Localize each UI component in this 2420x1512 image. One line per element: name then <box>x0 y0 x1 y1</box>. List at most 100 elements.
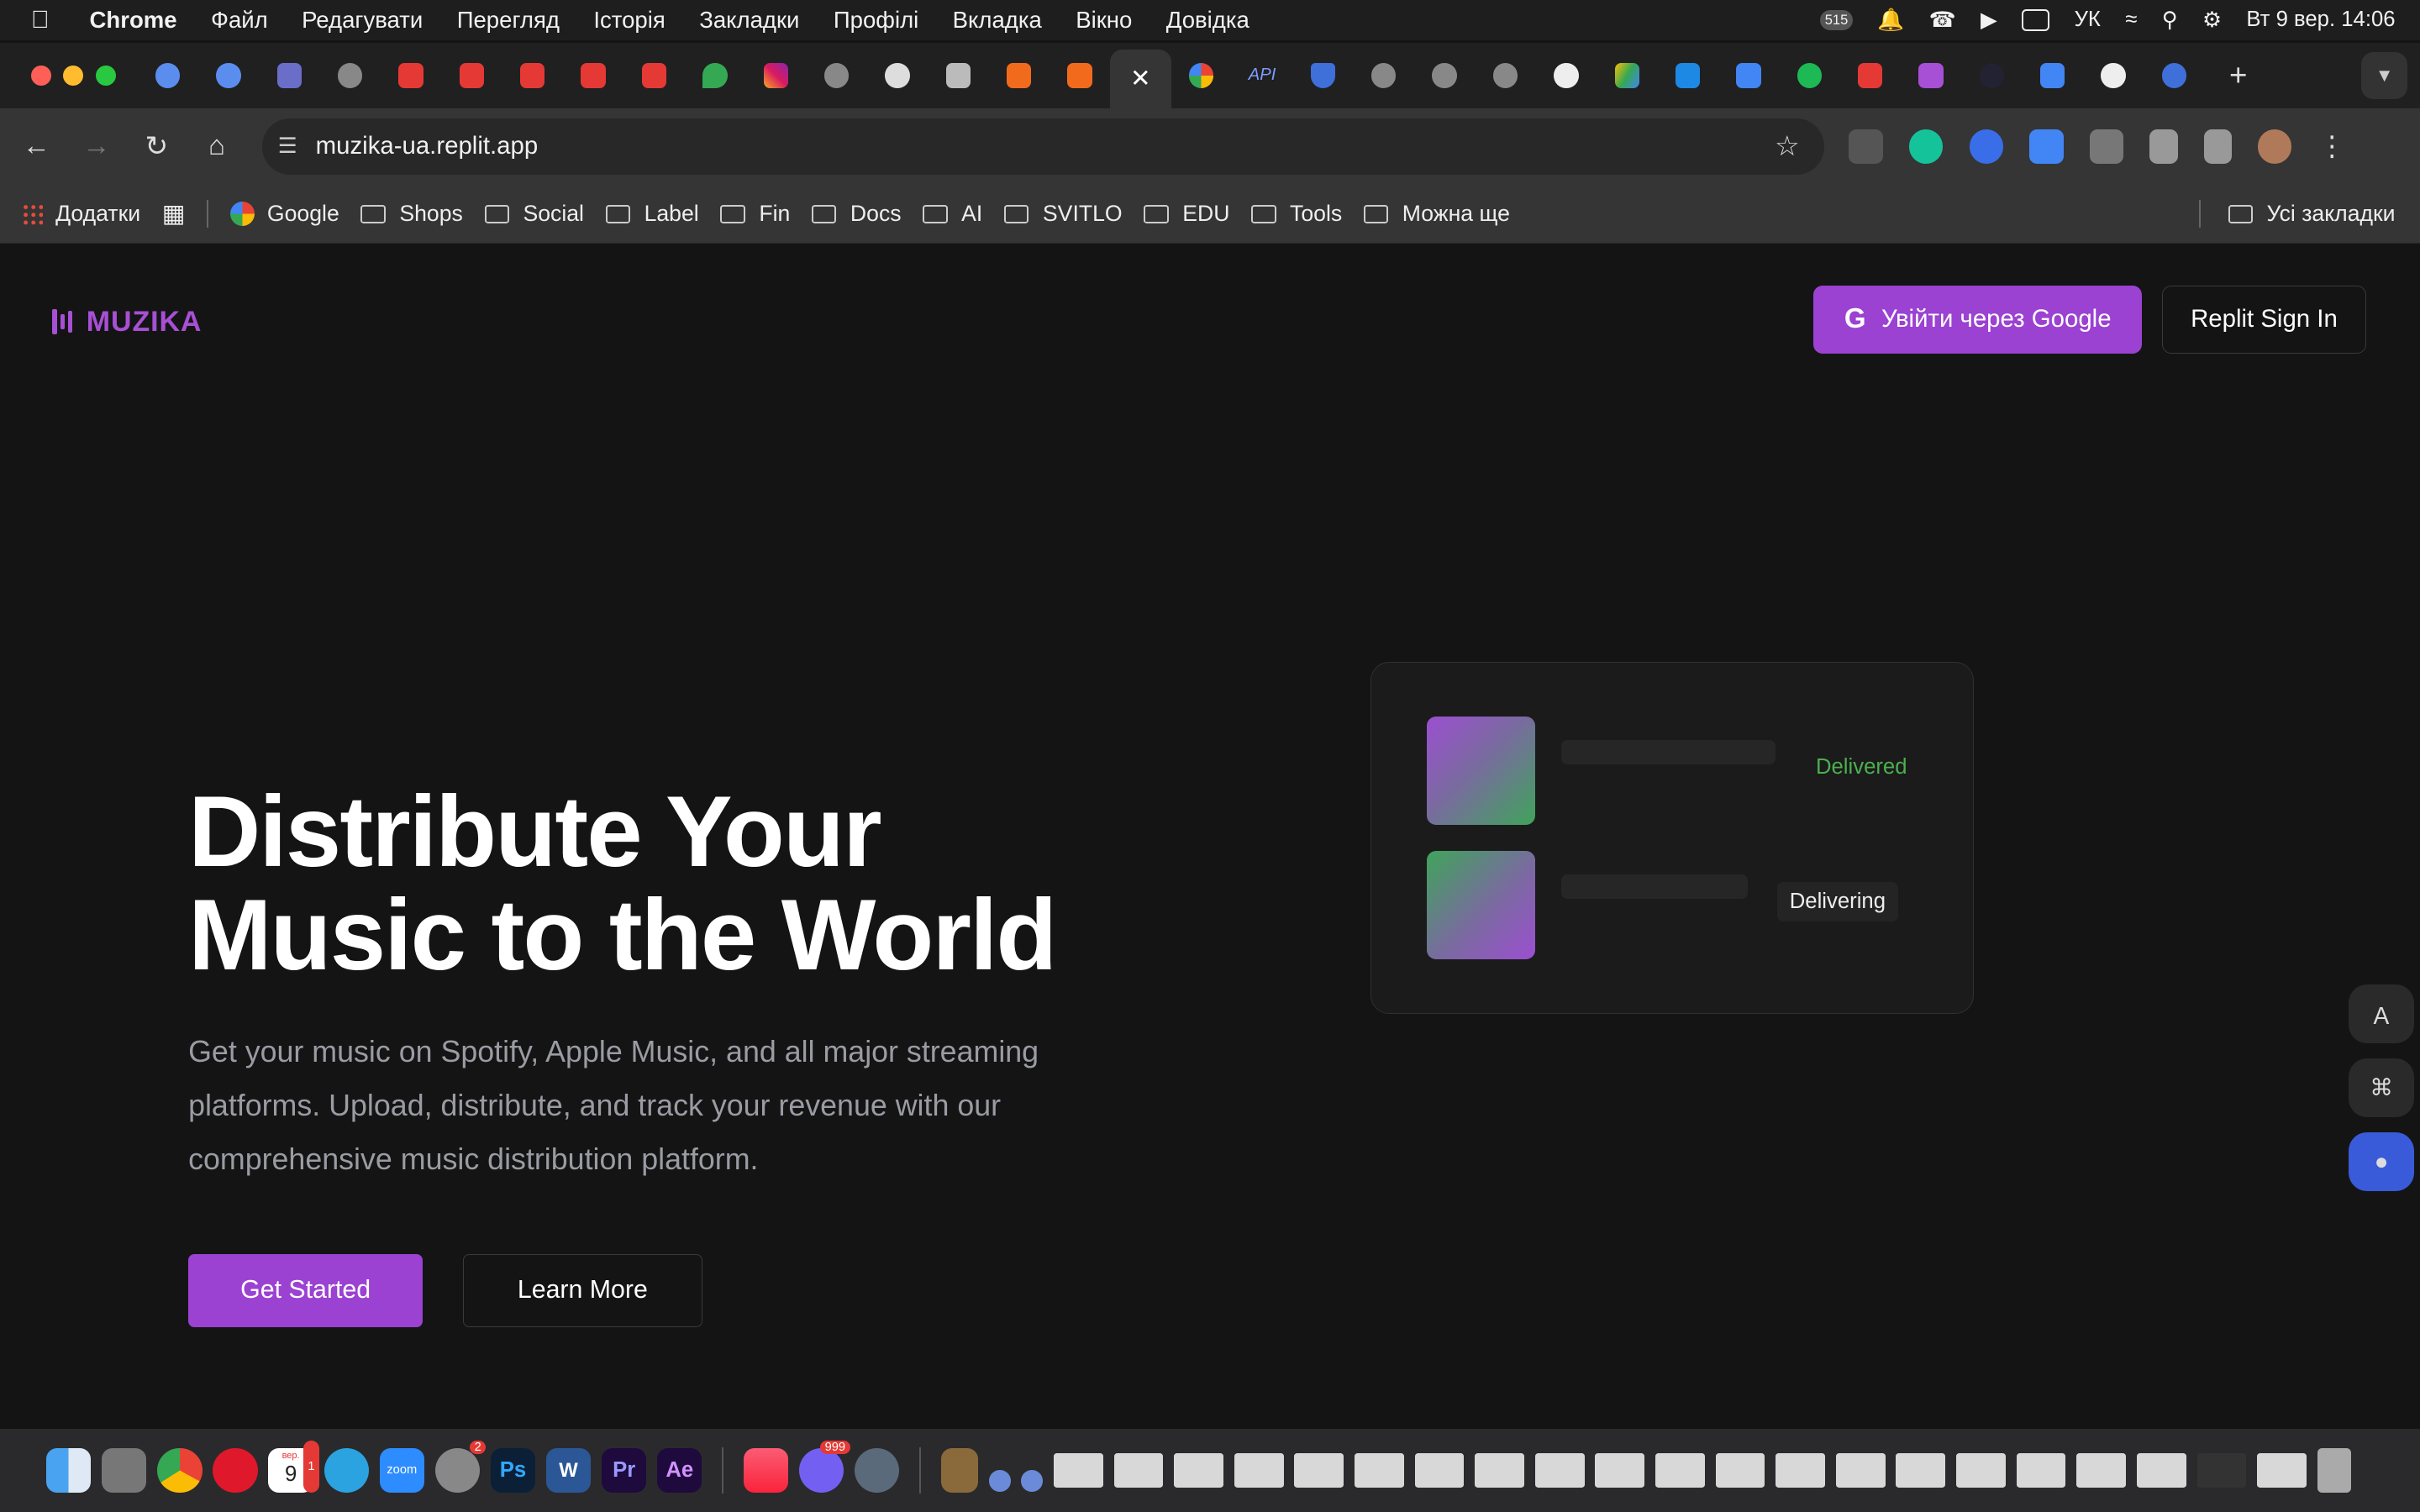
extension-icon[interactable] <box>1849 129 1883 164</box>
reload-button[interactable]: ↻ <box>127 129 187 163</box>
site-logo[interactable]: MUZIKA <box>52 306 202 339</box>
tab[interactable] <box>1597 51 1657 101</box>
clock-datetime[interactable]: Вт 9 вер. 14:06 <box>2246 8 2395 32</box>
bookmark-folder-ai[interactable]: AI <box>923 201 982 227</box>
tab[interactable]: API <box>1232 51 1292 101</box>
tab[interactable] <box>928 51 988 101</box>
tab[interactable] <box>259 51 319 101</box>
tab[interactable] <box>1414 51 1475 101</box>
tab[interactable] <box>806 51 866 101</box>
calculator-icon[interactable] <box>102 1447 147 1493</box>
menu-file[interactable]: Файл <box>211 7 268 34</box>
tab[interactable] <box>1354 51 1414 101</box>
viber-icon[interactable]: 999 <box>799 1440 850 1493</box>
translate-icon[interactable] <box>2029 129 2064 164</box>
play-icon[interactable]: ▶ <box>1981 8 1997 33</box>
address-bar[interactable]: ☰ muzika-ua.replit.app ☆ <box>262 118 1824 175</box>
spotlight-search-icon[interactable]: ⚲ <box>2162 8 2178 33</box>
tab[interactable] <box>1961 51 2022 101</box>
menu-profiles[interactable]: Профілі <box>834 7 918 34</box>
tab[interactable] <box>1657 51 1718 101</box>
tab[interactable] <box>1050 51 1110 101</box>
bell-icon[interactable]: 🔔 <box>1877 8 1904 33</box>
minimized-window[interactable] <box>1534 1453 1585 1488</box>
wifi-icon[interactable]: ≈ <box>2125 8 2137 32</box>
new-tab-button[interactable]: + <box>2229 58 2247 93</box>
close-tab-icon[interactable]: ✕ <box>1130 64 1151 93</box>
menu-window[interactable]: Вікно <box>1076 7 1132 34</box>
grammarly-icon[interactable] <box>1908 129 1944 164</box>
photoshop-icon[interactable]: Ps <box>490 1447 536 1493</box>
tab[interactable] <box>563 51 623 101</box>
tab[interactable] <box>2083 51 2144 101</box>
menu-bookmarks[interactable]: Закладки <box>699 7 799 34</box>
tab[interactable] <box>988 51 1049 101</box>
minimized-window[interactable] <box>1294 1453 1344 1488</box>
menu-edit[interactable]: Редагувати <box>302 7 423 34</box>
bookmark-apps[interactable]: Додатки <box>21 201 140 227</box>
forward-button[interactable]: → <box>66 130 127 162</box>
minimized-window[interactable] <box>1414 1453 1465 1488</box>
premiere-icon[interactable]: Pr <box>602 1447 647 1493</box>
bookmark-star-icon[interactable]: ☆ <box>1775 129 1800 163</box>
tab[interactable] <box>502 51 563 101</box>
media-control-icon[interactable] <box>2203 129 2232 164</box>
translate-icon[interactable]: Ａ <box>2349 984 2414 1043</box>
document-icon[interactable] <box>1021 1470 1044 1493</box>
bookmark-folder-svitlo[interactable]: SVITLO <box>1004 201 1123 227</box>
tab[interactable] <box>137 51 197 101</box>
site-info-icon[interactable]: ☰ <box>278 134 297 159</box>
trash-icon[interactable] <box>2317 1447 2352 1493</box>
learn-more-button[interactable]: Learn More <box>463 1254 702 1327</box>
close-window-button[interactable] <box>30 66 51 86</box>
bookmark-google[interactable]: Google <box>229 201 339 227</box>
bookmark-folder-shops[interactable]: Shops <box>360 201 463 227</box>
calendar-icon[interactable]: вер. 9 1 <box>268 1440 320 1494</box>
menu-help[interactable]: Довідка <box>1166 7 1249 34</box>
tab[interactable] <box>1171 51 1232 101</box>
minimized-window[interactable] <box>1234 1453 1284 1488</box>
tab[interactable] <box>381 51 441 101</box>
minimized-window[interactable] <box>1896 1453 1946 1488</box>
tab[interactable] <box>1292 51 1353 101</box>
tab[interactable] <box>1475 51 1535 101</box>
minimized-window[interactable] <box>1776 1453 1825 1488</box>
minimized-window[interactable] <box>1956 1453 2006 1488</box>
all-bookmarks[interactable]: Усі закладки <box>2177 200 2396 228</box>
tab-groups-icon[interactable]: ▦ <box>162 199 186 228</box>
notification-count-badge[interactable]: 515 <box>1820 10 1853 30</box>
music-icon[interactable] <box>743 1447 789 1493</box>
minimized-window[interactable] <box>1715 1453 1765 1488</box>
minimized-window[interactable] <box>2257 1453 2307 1488</box>
bookmark-folder-docs[interactable]: Docs <box>812 201 902 227</box>
tab[interactable] <box>1718 51 1779 101</box>
minimized-window[interactable] <box>2136 1453 2186 1488</box>
tab[interactable] <box>1536 51 1597 101</box>
minimized-window[interactable] <box>1113 1453 1164 1488</box>
download-icon[interactable] <box>2149 129 2178 164</box>
tab[interactable] <box>1901 51 1961 101</box>
avatar[interactable] <box>2258 129 2292 164</box>
minimized-window[interactable] <box>2016 1453 2066 1488</box>
bookmark-folder-social[interactable]: Social <box>484 201 584 227</box>
tab-search-button[interactable]: ▼ <box>2361 52 2408 99</box>
zoom-window-button[interactable] <box>95 66 116 86</box>
menu-app-name[interactable]: Chrome <box>90 7 177 34</box>
word-icon[interactable]: W <box>545 1447 592 1493</box>
tab[interactable] <box>441 51 502 101</box>
minimized-window[interactable] <box>1655 1453 1705 1488</box>
telegram-icon[interactable] <box>324 1447 369 1493</box>
minimized-window[interactable] <box>1835 1453 1886 1488</box>
minimized-window[interactable] <box>1595 1453 1645 1488</box>
battery-icon[interactable] <box>2022 9 2050 31</box>
tab[interactable] <box>2144 51 2204 101</box>
finder-icon[interactable] <box>46 1447 92 1493</box>
minimized-window[interactable] <box>1475 1453 1524 1488</box>
url-text[interactable]: muzika-ua.replit.app <box>316 132 539 160</box>
bookmark-folder-fin[interactable]: Fin <box>720 201 790 227</box>
extension-icon[interactable] <box>1969 129 2004 164</box>
minimized-window[interactable] <box>1053 1453 1103 1488</box>
zoom-icon[interactable]: zoom <box>379 1447 424 1493</box>
back-button[interactable]: ← <box>6 130 66 162</box>
tab[interactable] <box>320 51 381 101</box>
